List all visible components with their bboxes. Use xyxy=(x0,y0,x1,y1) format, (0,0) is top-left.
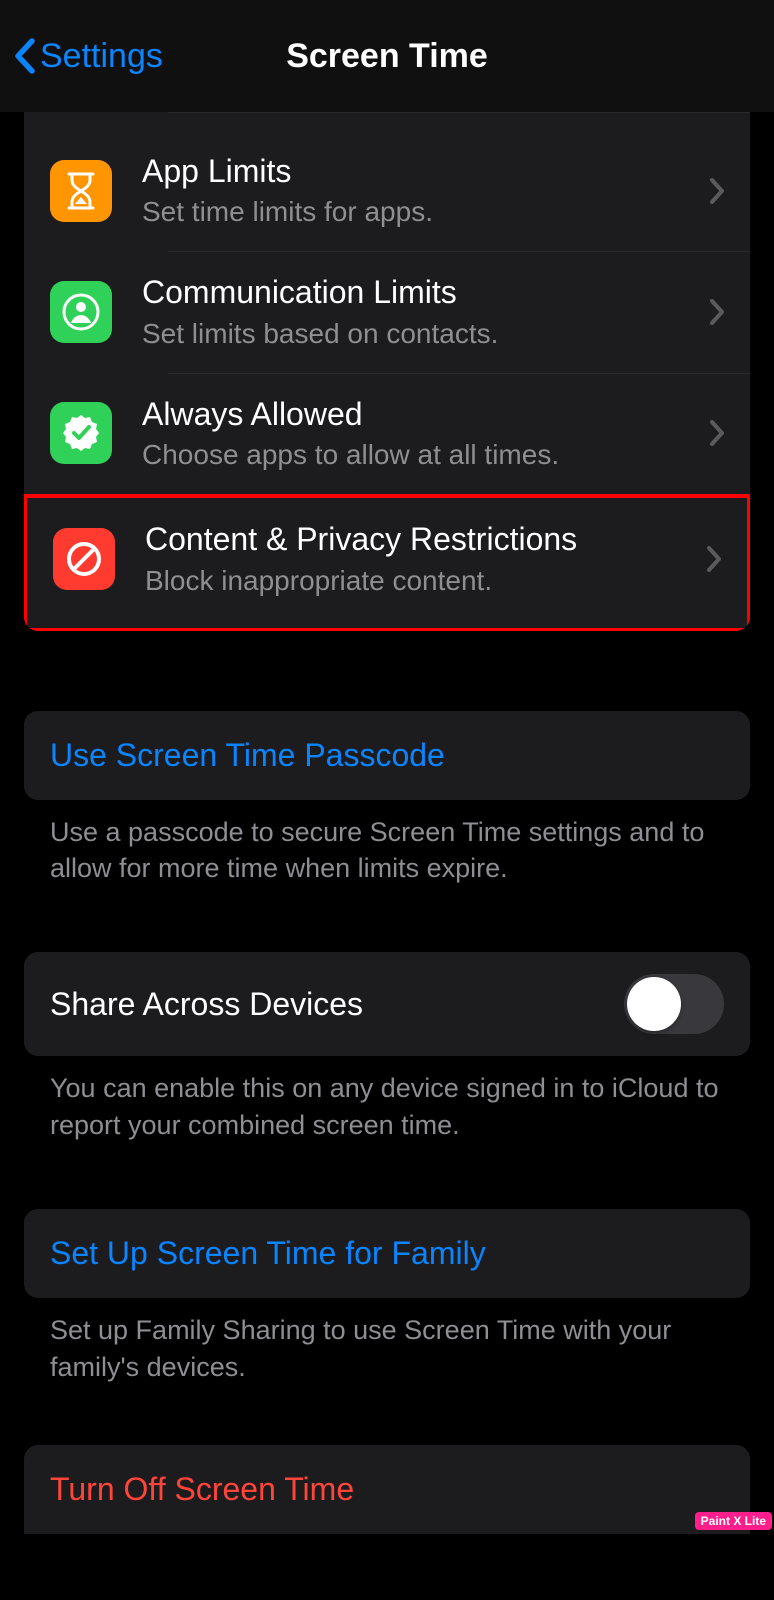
no-entry-icon xyxy=(53,528,115,590)
back-label: Settings xyxy=(40,37,163,76)
link-label: Set Up Screen Time for Family xyxy=(50,1235,486,1272)
share-toggle[interactable] xyxy=(624,974,724,1034)
hourglass-icon xyxy=(50,160,112,222)
chevron-left-icon xyxy=(12,37,36,75)
chevron-right-icon xyxy=(708,297,726,327)
row-subtitle: Set time limits for apps. xyxy=(142,194,698,229)
row-setup-family[interactable]: Set Up Screen Time for Family xyxy=(24,1209,750,1298)
chevron-right-icon xyxy=(708,176,726,206)
row-text: App Limits Set time limits for apps. xyxy=(142,152,698,229)
options-section: App Limits Set time limits for apps. Com… xyxy=(24,112,750,631)
row-title: Communication Limits xyxy=(142,273,698,311)
footer-passcode: Use a passcode to secure Screen Time set… xyxy=(0,800,774,887)
row-always-allowed[interactable]: Always Allowed Choose apps to allow at a… xyxy=(24,373,750,494)
footer-share: You can enable this on any device signed… xyxy=(0,1056,774,1143)
highlight-annotation: Content & Privacy Restrictions Block ina… xyxy=(24,494,750,630)
toggle-knob xyxy=(627,977,681,1031)
danger-label: Turn Off Screen Time xyxy=(50,1471,354,1508)
row-title: Always Allowed xyxy=(142,395,698,433)
row-text: Content & Privacy Restrictions Block ina… xyxy=(145,520,695,597)
chevron-right-icon xyxy=(705,544,723,574)
row-title: Content & Privacy Restrictions xyxy=(145,520,695,558)
badge-check-icon xyxy=(50,402,112,464)
row-content-privacy[interactable]: Content & Privacy Restrictions Block ina… xyxy=(27,498,747,627)
row-subtitle: Choose apps to allow at all times. xyxy=(142,437,698,472)
chevron-right-icon xyxy=(708,418,726,448)
footer-family: Set up Family Sharing to use Screen Time… xyxy=(0,1298,774,1385)
row-text: Communication Limits Set limits based on… xyxy=(142,273,698,350)
row-text: Always Allowed Choose apps to allow at a… xyxy=(142,395,698,472)
row-title: App Limits xyxy=(142,152,698,190)
share-label: Share Across Devices xyxy=(50,986,363,1023)
row-share-across-devices: Share Across Devices xyxy=(24,952,750,1056)
row-use-passcode[interactable]: Use Screen Time Passcode xyxy=(24,711,750,800)
page-title: Screen Time xyxy=(286,37,488,76)
link-label: Use Screen Time Passcode xyxy=(50,737,445,774)
contact-icon xyxy=(50,281,112,343)
row-communication-limits[interactable]: Communication Limits Set limits based on… xyxy=(24,251,750,372)
nav-bar: Settings Screen Time xyxy=(0,0,774,112)
back-button[interactable]: Settings xyxy=(12,37,163,76)
row-subtitle: Block inappropriate content. xyxy=(145,563,695,598)
watermark-badge: Paint X Lite xyxy=(695,1512,772,1530)
row-subtitle: Set limits based on contacts. xyxy=(142,316,698,351)
row-app-limits[interactable]: App Limits Set time limits for apps. xyxy=(24,112,750,251)
row-turn-off[interactable]: Turn Off Screen Time xyxy=(24,1445,750,1534)
